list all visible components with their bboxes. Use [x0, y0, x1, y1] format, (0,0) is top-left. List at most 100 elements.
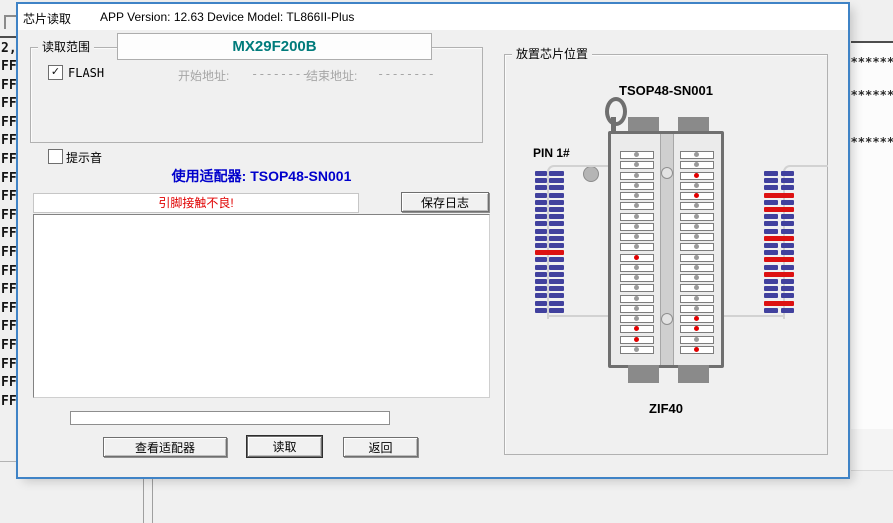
read-button[interactable]: 读取 [247, 436, 322, 457]
header-pin [549, 229, 564, 234]
dialog-titlebar[interactable]: 芯片读取 APP Version: 12.63 Device Model: TL… [18, 4, 848, 30]
left-connector-trace-bottom [547, 315, 608, 317]
pin-slot-right [680, 305, 714, 313]
pin-slot-right [680, 336, 714, 344]
pin-contact-dot [634, 203, 639, 208]
bg-partial-address: 2, [1, 41, 17, 56]
header-pin [535, 178, 547, 183]
header-pin [764, 229, 778, 234]
save-log-button[interactable]: 保存日志 [401, 192, 489, 212]
header-pin [549, 279, 564, 284]
zif-lever-icon [605, 97, 627, 126]
header-pin [549, 193, 564, 198]
pin-slot-right [680, 151, 714, 159]
beep-checkbox-label: 提示音 [66, 149, 102, 166]
header-pin [535, 272, 547, 277]
header-pin [781, 178, 794, 183]
pin-slot-right [680, 182, 714, 190]
pin-contact-dot [634, 337, 639, 342]
bg-groupbox-corner-h [4, 15, 19, 17]
pin-contact-dot [634, 347, 639, 352]
progress-bar [70, 411, 390, 425]
pin-contact-dot [634, 275, 639, 280]
pin-slot-left [620, 254, 654, 262]
header-pin [764, 308, 778, 313]
pin-slot-right [680, 161, 714, 169]
app-version-info: APP Version: 12.63 Device Model: TL866II… [100, 10, 354, 24]
pin-slot-right [680, 274, 714, 282]
pin-slot-left [620, 182, 654, 190]
pin-contact-dot [694, 347, 699, 352]
pin-slot-left [620, 213, 654, 221]
header-pin [781, 200, 794, 205]
header-pin [549, 200, 564, 205]
header-pin [535, 236, 547, 241]
pin-contact-dot [694, 193, 699, 198]
header-pin [535, 185, 547, 190]
bg-right-separator [851, 41, 893, 43]
beep-checkbox[interactable] [48, 149, 63, 164]
bg-asterisk-row: ******* [851, 135, 893, 149]
pin-slot-left [620, 284, 654, 292]
header-pin [781, 171, 794, 176]
pin-contact-dot [634, 316, 639, 321]
pin-contact-dot [634, 255, 639, 260]
pin-contact-dot [694, 214, 699, 219]
header-pin [535, 301, 547, 306]
pin-contact-dot [694, 326, 699, 331]
dialog-title: 芯片读取 [23, 10, 71, 27]
screen: 2, FFFFFFFFFFFFFFFFFFFFFFFFFFFFFFFFFFFFF… [0, 0, 893, 523]
header-pin [535, 207, 547, 212]
header-pin [549, 301, 564, 306]
pin-slot-right [680, 202, 714, 210]
bg-groupbox-corner-v [4, 15, 6, 29]
header-pin [764, 265, 778, 270]
pin-slot-left [620, 315, 654, 323]
start-address-value: -------- [251, 67, 309, 81]
pin-slot-right [680, 325, 714, 333]
pin-slot-right [680, 264, 714, 272]
header-pin [764, 171, 778, 176]
adapter-in-use-text: 使用适配器: TSOP48-SN001 [33, 166, 490, 186]
pin-contact-dot [694, 183, 699, 188]
pin-slot-left [620, 264, 654, 272]
header-pin [549, 178, 564, 183]
pin-contact-dot [694, 152, 699, 157]
pin-contact-dot [634, 162, 639, 167]
log-area[interactable] [33, 214, 490, 398]
read-range-group: 读取范围 [30, 47, 483, 143]
header-pin [549, 214, 564, 219]
pin-contact-dot [694, 203, 699, 208]
pin-contact-dot [634, 183, 639, 188]
pin-slot-right [680, 346, 714, 354]
header-pin [764, 243, 778, 248]
pin-contact-dot [634, 296, 639, 301]
bg-column-divider [152, 479, 153, 523]
view-adapter-button[interactable]: 查看适配器 [103, 437, 227, 457]
pin-slot-left [620, 233, 654, 241]
bg-column-divider [143, 479, 144, 523]
pin-slot-right [680, 172, 714, 180]
pin-contact-dot [634, 306, 639, 311]
pin-slot-right [680, 254, 714, 262]
pin-contact-dot [694, 244, 699, 249]
header-pin [535, 193, 547, 198]
header-pin [764, 286, 778, 291]
header-pin [764, 185, 778, 190]
pin-contact-dot [694, 337, 699, 342]
chip-placement-group-title: 放置芯片位置 [512, 47, 592, 61]
pin-slot-right [680, 213, 714, 221]
pin-slot-right [680, 315, 714, 323]
chip-placement-group: 放置芯片位置 TSOP48-SN001 PIN 1# ZIF [504, 54, 828, 455]
header-pin [781, 243, 794, 248]
chip-read-dialog: 芯片读取 APP Version: 12.63 Device Model: TL… [18, 4, 848, 477]
pin-contact-dot [694, 306, 699, 311]
bg-asterisk-row: ******* [851, 55, 893, 69]
flash-checkbox[interactable] [48, 65, 63, 80]
back-button[interactable]: 返回 [343, 437, 418, 457]
header-pin [781, 214, 794, 219]
pin-contact-dot [694, 224, 699, 229]
header-pin [549, 243, 564, 248]
pin-contact-dot [634, 214, 639, 219]
status-message: 引脚接触不良! [33, 193, 359, 213]
